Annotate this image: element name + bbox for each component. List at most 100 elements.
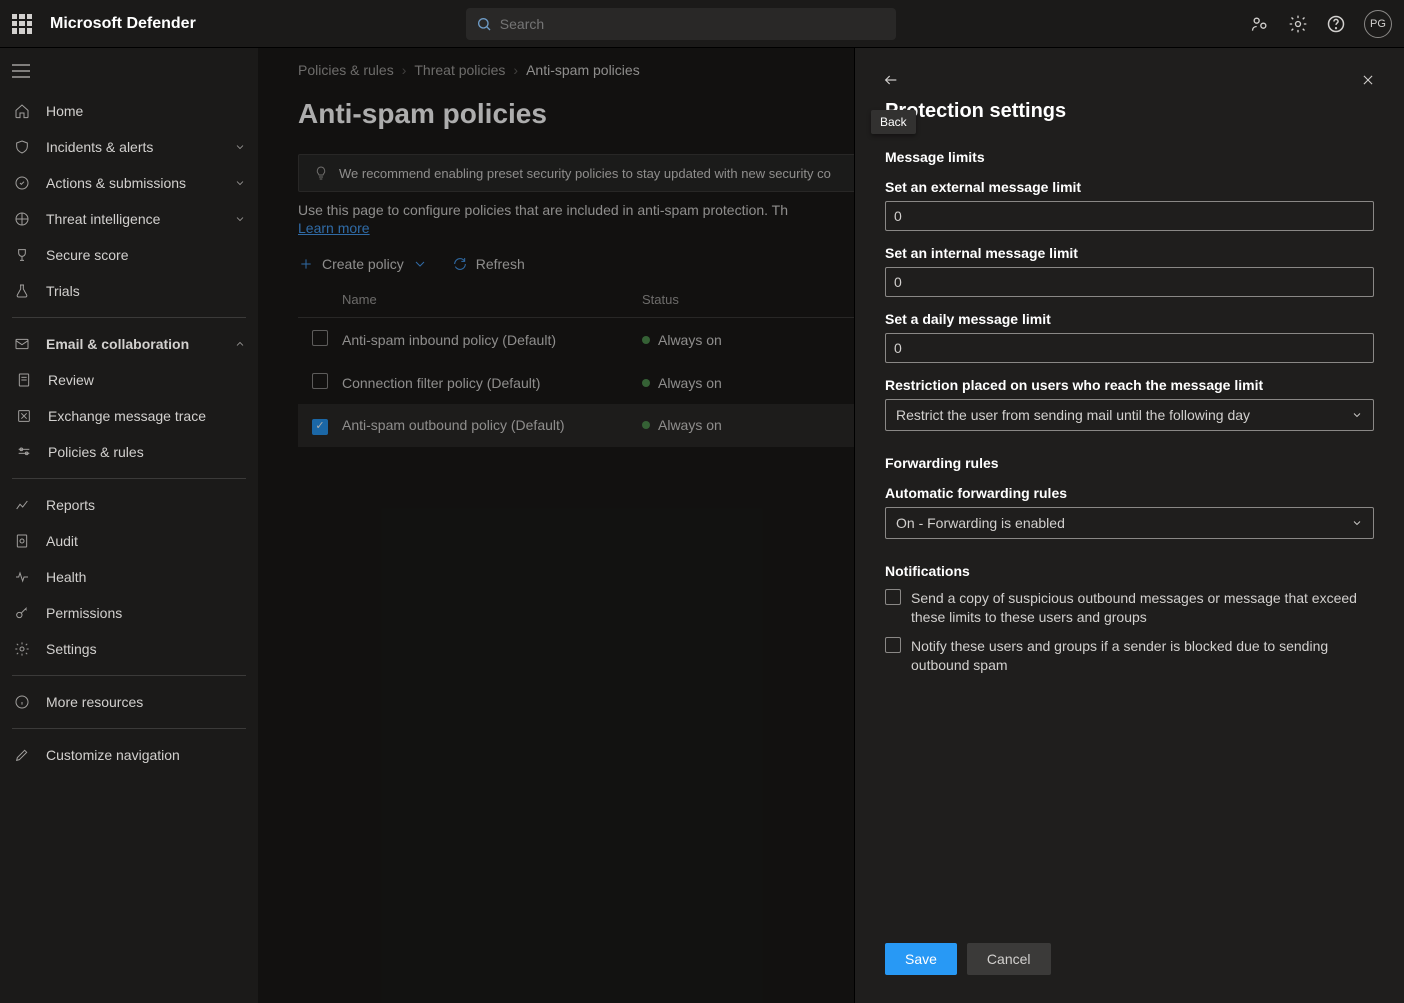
input-daily-limit[interactable] [885,333,1374,363]
select-restriction-value: Restrict the user from sending mail unti… [896,407,1250,423]
checkbox-send-copy[interactable] [885,589,901,605]
crumb-threat[interactable]: Threat policies [414,62,505,78]
learn-more-link[interactable]: Learn more [298,220,370,236]
crumb-policies[interactable]: Policies & rules [298,62,394,78]
row-checkbox[interactable] [312,373,328,389]
input-internal-limit[interactable] [885,267,1374,297]
sidebar-item-permissions[interactable]: Permissions [0,595,258,631]
health-icon [12,567,32,587]
refresh-icon [452,256,468,272]
community-icon[interactable] [1250,14,1270,34]
crumb-current: Anti-spam policies [526,62,640,78]
refresh-button[interactable]: Refresh [452,256,525,272]
sidebar-item-incidents[interactable]: Incidents & alerts [0,129,258,165]
panel-title: Protection settings [885,100,1374,123]
key-icon [12,603,32,623]
sidebar-item-customize[interactable]: Customize navigation [0,737,258,773]
sidebar-item-home[interactable]: Home [0,93,258,129]
reports-icon [12,495,32,515]
sidebar-item-label: Audit [46,533,78,549]
checkbox-notify-blocked[interactable] [885,637,901,653]
section-notifications: Notifications [885,563,1374,579]
back-button[interactable] [877,66,905,94]
shield-icon [12,137,32,157]
sidebar-item-label: Customize navigation [46,747,180,763]
row-checkbox[interactable] [312,330,328,346]
status-dot-icon [642,379,650,387]
create-policy-button[interactable]: Create policy [298,256,428,272]
flask-icon [12,281,32,301]
chevron-up-icon [234,338,246,350]
sidebar-item-label: Email & collaboration [46,336,189,352]
sidebar-item-label: Reports [46,497,95,513]
select-forwarding-value: On - Forwarding is enabled [896,515,1065,531]
section-forwarding: Forwarding rules [885,455,1374,471]
trophy-icon [12,245,32,265]
sidebar: Home Incidents & alerts Actions & submis… [0,48,258,1003]
section-message-limits: Message limits [885,149,1374,165]
app-launcher-icon[interactable] [12,14,32,34]
sidebar-item-review[interactable]: Review [0,362,258,398]
review-icon [14,370,34,390]
sidebar-item-policies-rules[interactable]: Policies & rules [0,434,258,470]
sidebar-item-label: Review [48,372,94,388]
label-restriction: Restriction placed on users who reach th… [885,377,1374,393]
label-send-copy: Send a copy of suspicious outbound messa… [911,589,1374,627]
sidebar-item-audit[interactable]: Audit [0,523,258,559]
sidebar-item-reports[interactable]: Reports [0,487,258,523]
sidebar-item-actions[interactable]: Actions & submissions [0,165,258,201]
sidebar-section-email[interactable]: Email & collaboration [0,326,258,362]
label-internal-limit: Set an internal message limit [885,245,1374,261]
exchange-icon [14,406,34,426]
actions-icon [12,173,32,193]
chevron-down-icon [412,256,428,272]
search-box[interactable] [466,8,896,40]
sidebar-item-more[interactable]: More resources [0,684,258,720]
column-status[interactable]: Status [642,292,792,307]
chevron-right-icon: › [402,62,407,78]
sidebar-item-settings[interactable]: Settings [0,631,258,667]
column-name[interactable]: Name [342,292,642,307]
app-title: Microsoft Defender [50,15,196,33]
chevron-down-icon [1351,517,1363,529]
chevron-down-icon [234,213,246,225]
sidebar-item-label: Trials [46,283,80,299]
row-status: Always on [658,417,722,433]
status-dot-icon [642,336,650,344]
close-button[interactable] [1354,66,1382,94]
protection-settings-panel: Back Protection settings Message limits … [854,48,1404,1003]
row-name: Connection filter policy (Default) [342,375,642,391]
row-checkbox[interactable] [312,419,328,435]
pencil-icon [12,745,32,765]
sidebar-item-label: Health [46,569,86,585]
user-avatar[interactable]: PG [1364,10,1392,38]
gear-icon [12,639,32,659]
sidebar-item-label: Incidents & alerts [46,139,153,155]
back-tooltip: Back [871,110,916,134]
sidebar-item-label: Exchange message trace [48,408,206,424]
mail-icon [12,334,32,354]
label-notify-blocked: Notify these users and groups if a sende… [911,637,1374,675]
home-icon [12,101,32,121]
save-button[interactable]: Save [885,943,957,975]
hamburger-icon[interactable] [0,58,258,87]
sidebar-item-label: Permissions [46,605,122,621]
sidebar-item-label: Settings [46,641,97,657]
input-external-limit[interactable] [885,201,1374,231]
select-forwarding[interactable]: On - Forwarding is enabled [885,507,1374,539]
select-restriction[interactable]: Restrict the user from sending mail unti… [885,399,1374,431]
sidebar-item-message-trace[interactable]: Exchange message trace [0,398,258,434]
cancel-button[interactable]: Cancel [967,943,1051,975]
policies-icon [14,442,34,462]
row-status: Always on [658,332,722,348]
settings-gear-icon[interactable] [1288,14,1308,34]
sidebar-item-label: Policies & rules [48,444,144,460]
sidebar-item-health[interactable]: Health [0,559,258,595]
sidebar-item-threat-intel[interactable]: Threat intelligence [0,201,258,237]
sidebar-item-trials[interactable]: Trials [0,273,258,309]
sidebar-item-label: Actions & submissions [46,175,186,191]
sidebar-item-secure-score[interactable]: Secure score [0,237,258,273]
label-forwarding: Automatic forwarding rules [885,485,1374,501]
search-input[interactable] [500,16,886,32]
help-icon[interactable] [1326,14,1346,34]
